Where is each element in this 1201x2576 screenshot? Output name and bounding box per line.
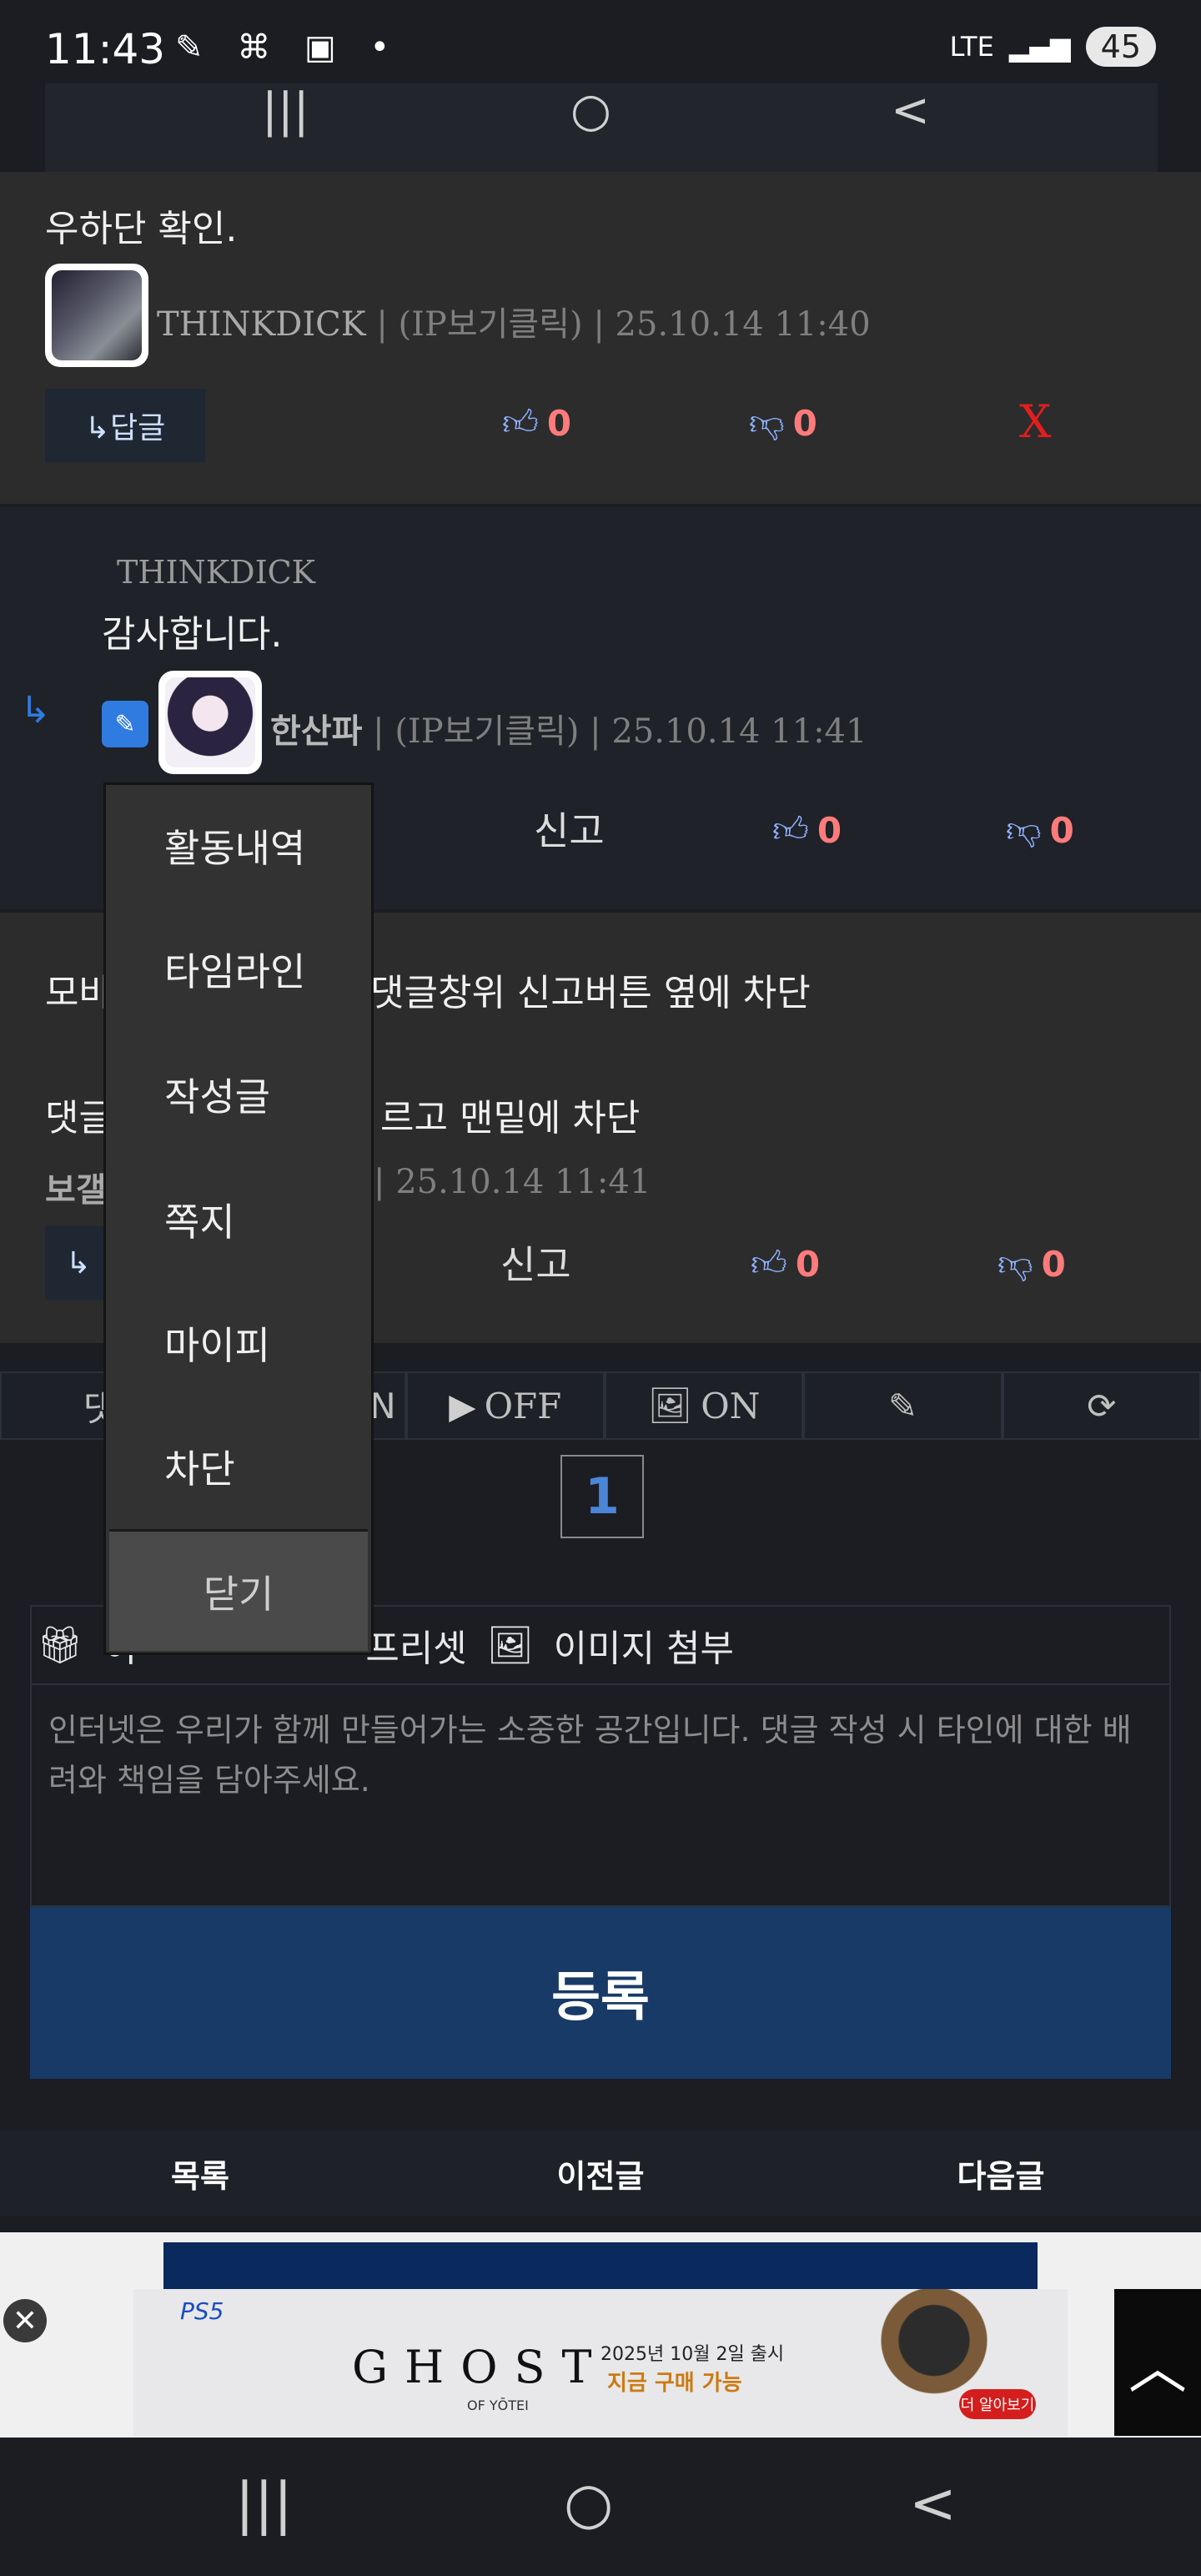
reply-button[interactable]: ↳ bbox=[45, 1226, 112, 1300]
pencil-icon: ✎ bbox=[887, 1385, 918, 1426]
status-time: 11:43 bbox=[45, 25, 166, 73]
comment-text-line2-start: 댓글 bbox=[45, 1097, 113, 1140]
avatar[interactable] bbox=[45, 264, 148, 367]
edit-icon[interactable]: ✎ bbox=[102, 701, 148, 747]
dislike-button[interactable]: 👎︎ 0 bbox=[1006, 809, 1074, 852]
back-icon[interactable]: < bbox=[909, 2471, 957, 2537]
avatar[interactable] bbox=[158, 671, 262, 774]
image-icon: 🖼︎ bbox=[647, 1385, 693, 1426]
home-icon[interactable]: ○ bbox=[564, 2471, 613, 2537]
recents-icon: ||| bbox=[262, 83, 309, 138]
image-icon: 🖼︎ bbox=[486, 1624, 534, 1667]
write-tool-image-attach[interactable]: 이미지 첨부 bbox=[554, 1618, 734, 1672]
status-right: LTE ▂▄▆ 45 bbox=[950, 27, 1156, 67]
menu-item-mypi[interactable]: 마이피 bbox=[164, 1316, 270, 1371]
gift-icon: 🎁︎ bbox=[37, 1624, 83, 1667]
notification-icons: ✎ ⌘ ▣ • bbox=[175, 28, 402, 67]
thumbs-down-icon: 👎︎ bbox=[749, 402, 785, 443]
thumbs-up-icon: 👍︎ bbox=[502, 402, 539, 443]
ad-brand: PS5 bbox=[180, 2297, 224, 2325]
ad-release-date: 2025년 10월 2일 출시 bbox=[600, 2344, 785, 2365]
toolbar-refresh-button[interactable]: ⟳ bbox=[1002, 1371, 1201, 1440]
comment-text-line2-end: 르고 맨밑에 차단 bbox=[380, 1097, 641, 1140]
comment-text-line1-start: 모바 bbox=[45, 972, 113, 1014]
prev-post-button[interactable]: 이전글 bbox=[400, 2131, 801, 2216]
comment-textarea[interactable]: 인터넷은 우리가 함께 만들어가는 소중한 공간입니다. 댓글 작성 시 타인에… bbox=[32, 1683, 1169, 1909]
comment-author[interactable]: 한산파 bbox=[270, 712, 362, 751]
quoted-author: THINKDICK bbox=[117, 554, 316, 591]
like-button[interactable]: 👍︎ 0 bbox=[502, 402, 571, 445]
like-button[interactable]: 👍︎ 0 bbox=[772, 809, 842, 852]
reply-arrow-icon: ↳ bbox=[20, 689, 51, 732]
thumbs-down-icon: 👎︎ bbox=[997, 1243, 1033, 1284]
ad-promo: 지금 구매 가능 bbox=[607, 2371, 742, 2396]
thumbs-up-icon: 👍︎ bbox=[772, 809, 809, 850]
back-icon: < bbox=[891, 83, 930, 138]
write-tool-preset[interactable]: 프리셋 bbox=[365, 1618, 466, 1672]
recents-icon[interactable]: ||| bbox=[235, 2471, 293, 2537]
dislike-button[interactable]: 👎︎ 0 bbox=[749, 402, 817, 445]
battery-badge: 45 bbox=[1085, 27, 1156, 67]
user-popup-menu: 활동내역 타임라인 작성글 쪽지 마이피 차단 닫기 bbox=[103, 782, 374, 1655]
report-button[interactable]: 신고 bbox=[500, 1235, 571, 1290]
home-icon: ○ bbox=[570, 83, 611, 138]
comment-item: 우하단 확인. THINKDICK | (IP보기클릭) | 25.10.14 … bbox=[0, 172, 1201, 504]
dislike-button[interactable]: 👎︎ 0 bbox=[997, 1243, 1066, 1285]
delete-button[interactable]: X bbox=[1019, 395, 1051, 448]
menu-item-message[interactable]: 쪽지 bbox=[164, 1192, 235, 1247]
network-label: LTE bbox=[949, 31, 994, 63]
ad-title: GHOST bbox=[352, 2341, 609, 2393]
thumbs-down-icon: 👎︎ bbox=[1006, 809, 1042, 850]
report-button[interactable]: 신고 bbox=[534, 801, 605, 856]
thumbs-up-icon: 👍︎ bbox=[751, 1243, 787, 1284]
toolbar-write-button[interactable]: ✎ bbox=[803, 1371, 1003, 1440]
ad-subtitle: OF YŌTEI bbox=[467, 2397, 529, 2413]
next-post-button[interactable]: 다음글 bbox=[801, 2131, 1201, 2216]
comment-author[interactable]: THINKDICK bbox=[157, 305, 366, 344]
ad-top-bar bbox=[163, 2242, 1038, 2292]
signal-icon: ▂▄▆ bbox=[1008, 31, 1071, 63]
comment-meta: | 25.10.14 11:41 bbox=[374, 1163, 651, 1201]
menu-item-block[interactable]: 차단 bbox=[164, 1439, 235, 1494]
scroll-top-chevron-icon[interactable]: ︿ bbox=[1114, 2289, 1201, 2436]
refresh-icon: ⟳ bbox=[1087, 1385, 1117, 1426]
menu-item-timeline[interactable]: 타임라인 bbox=[164, 942, 305, 997]
toolbar-video-toggle[interactable]: ▶ OFF bbox=[405, 1371, 605, 1440]
list-button[interactable]: 목록 bbox=[0, 2131, 400, 2216]
comment-text: 감사합니다. bbox=[102, 613, 283, 656]
post-navigation: 목록 이전글 다음글 bbox=[0, 2131, 1201, 2216]
embedded-nav-bar: ||| ○ < bbox=[45, 83, 1158, 172]
youtube-icon: ▶ bbox=[449, 1385, 476, 1426]
reply-button[interactable]: ↳답글 bbox=[45, 389, 205, 462]
menu-close-button[interactable]: 닫기 bbox=[109, 1529, 368, 1651]
like-button[interactable]: 👍︎ 0 bbox=[751, 1243, 820, 1285]
ad-close-icon[interactable]: ✕ bbox=[3, 2299, 47, 2342]
ad-cta-button[interactable]: 더 알아보기 bbox=[959, 2389, 1036, 2419]
submit-button[interactable]: 등록 bbox=[30, 1907, 1171, 2079]
comment-author[interactable]: 보갤 bbox=[45, 1163, 107, 1211]
comment-meta: 한산파 | (IP보기클릭) | 25.10.14 11:41 bbox=[270, 712, 867, 751]
comment-text-line1-end: 댓글창위 신고버튼 옆에 차단 bbox=[370, 972, 811, 1014]
comment-text: 우하단 확인. bbox=[45, 208, 238, 250]
comment-meta: THINKDICK | (IP보기클릭) | 25.10.14 11:40 bbox=[157, 305, 871, 344]
menu-item-posts[interactable]: 작성글 bbox=[164, 1067, 270, 1122]
system-nav-bar: ||| ○ < bbox=[0, 2438, 1201, 2576]
page-number-current[interactable]: 1 bbox=[560, 1455, 644, 1538]
menu-item-activity[interactable]: 활동내역 bbox=[164, 818, 305, 873]
status-bar: 11:43 ✎ ⌘ ▣ • LTE ▂▄▆ 45 bbox=[0, 0, 1201, 83]
ad-banner[interactable]: PS5 GHOST OF YŌTEI 2025년 10월 2일 출시 지금 구매… bbox=[133, 2289, 1068, 2436]
toolbar-image-toggle[interactable]: 🖼︎ ON bbox=[604, 1371, 804, 1440]
